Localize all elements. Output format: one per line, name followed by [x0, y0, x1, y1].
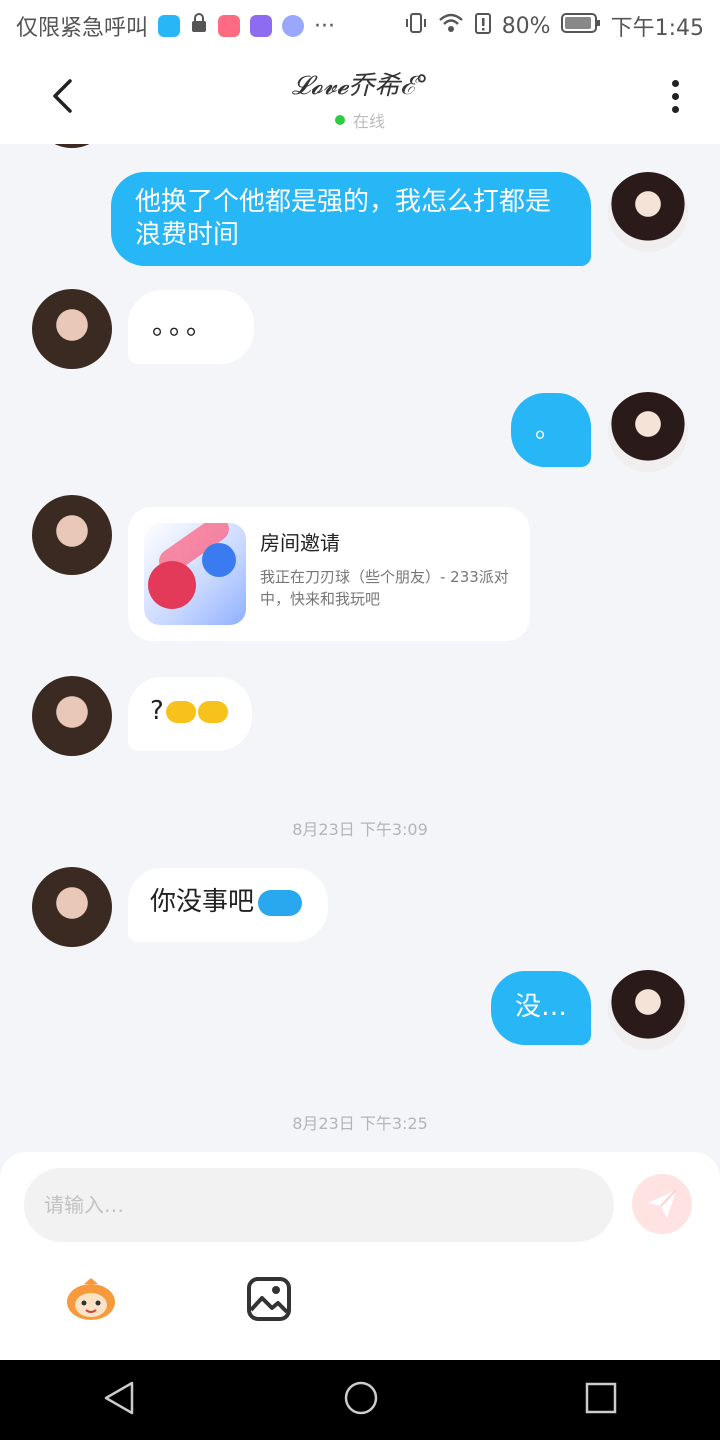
nav-back-button[interactable]	[102, 1380, 138, 1420]
message-bubble-outgoing[interactable]: 。	[511, 393, 591, 467]
message-bubble-outgoing[interactable]: 没…	[491, 971, 591, 1045]
chat-messages[interactable]: 他换了个他都是强的，我怎么打都是浪费时间 。。。 。 房间邀请 我正在刀刃球（些…	[0, 144, 720, 1154]
avatar[interactable]	[32, 289, 112, 369]
crying-emoji-icon	[258, 889, 303, 916]
game-thumbnail-icon	[144, 523, 246, 625]
invite-text: 房间邀请 我正在刀刃球（些个朋友）- 233派对中，快来和我玩吧	[260, 523, 514, 625]
thumb-blue-ball	[202, 543, 236, 577]
online-label: 在线	[352, 111, 385, 131]
message-text: ?	[150, 696, 164, 726]
status-left: 仅限紧急呼叫 ···	[16, 10, 335, 42]
invite-title: 房间邀请	[260, 531, 340, 555]
invite-description: 我正在刀刃球（些个朋友）- 233派对中，快来和我玩吧	[260, 568, 509, 608]
chat-title-group: 𝓛𝓸𝓿𝓮乔希ℰ° 在线	[292, 65, 428, 132]
chat-header: 𝓛𝓸𝓿𝓮乔希ℰ° 在线	[0, 52, 720, 144]
status-bar: 仅限紧急呼叫 ··· 80% 下午1:45	[0, 0, 720, 52]
more-dot	[671, 105, 679, 113]
music-app-icon	[282, 15, 305, 37]
avatar[interactable]	[32, 676, 112, 756]
shield-app-icon	[158, 15, 181, 37]
more-button[interactable]	[660, 74, 690, 118]
image-button[interactable]	[246, 1276, 292, 1322]
more-notifications-icon: ···	[314, 13, 335, 39]
send-icon	[648, 1189, 677, 1218]
chat-app-icon	[250, 15, 273, 37]
message-bubble-incoming[interactable]: 你没事吧	[128, 868, 328, 942]
input-panel	[0, 1152, 720, 1360]
timestamp: 8月23日 下午3:25	[292, 1114, 428, 1133]
message-bubble-incoming[interactable]: 。。。	[128, 290, 254, 364]
avatar[interactable]	[32, 495, 112, 575]
alert-battery-icon	[474, 11, 492, 41]
nav-recent-icon	[585, 1382, 616, 1414]
pointing-right-hand-icon	[165, 700, 196, 723]
lock-icon	[190, 12, 208, 40]
chat-title: 𝓛𝓸𝓿𝓮乔希ℰ°	[291, 70, 429, 101]
online-dot-icon	[334, 114, 345, 125]
avatar[interactable]	[608, 392, 688, 472]
sticker-button[interactable]	[62, 1274, 120, 1322]
system-nav-bar	[0, 1360, 720, 1440]
image-icon	[247, 1277, 291, 1321]
message-input[interactable]	[24, 1168, 614, 1242]
nav-home-icon	[344, 1381, 378, 1415]
status-right: 80% 下午1:45	[404, 10, 704, 42]
more-dot	[671, 92, 679, 100]
emergency-call-text: 仅限紧急呼叫	[16, 16, 149, 41]
nav-home-button[interactable]	[343, 1380, 379, 1420]
message-text: 你没事吧	[150, 887, 255, 917]
timestamp: 8月23日 下午3:09	[292, 820, 428, 839]
sticker-icon	[67, 1278, 115, 1320]
avatar[interactable]	[608, 970, 688, 1050]
avatar[interactable]	[32, 867, 112, 947]
online-status: 在线	[292, 108, 428, 132]
vibrate-icon	[404, 11, 428, 41]
back-arrow-icon	[53, 79, 72, 113]
more-vertical-icon	[671, 79, 679, 87]
room-invite-card[interactable]: 房间邀请 我正在刀刃球（些个朋友）- 233派对中，快来和我玩吧	[128, 507, 530, 641]
message-bubble-incoming[interactable]: ?	[128, 677, 252, 751]
avatar[interactable]	[32, 144, 112, 148]
clock: 下午1:45	[610, 16, 704, 41]
message-bubble-outgoing[interactable]: 他换了个他都是强的，我怎么打都是浪费时间	[111, 172, 591, 266]
pointing-left-hand-icon	[197, 700, 228, 723]
send-button[interactable]	[632, 1174, 692, 1234]
nav-recent-button[interactable]	[584, 1381, 618, 1419]
thumb-red-ball	[148, 561, 196, 609]
battery-percent: 80%	[501, 13, 551, 39]
wifi-icon	[438, 12, 464, 40]
avatar[interactable]	[608, 172, 688, 252]
shopping-app-icon	[218, 15, 241, 37]
battery-icon	[560, 12, 601, 40]
back-button[interactable]	[40, 74, 84, 118]
nav-back-icon	[105, 1381, 134, 1415]
